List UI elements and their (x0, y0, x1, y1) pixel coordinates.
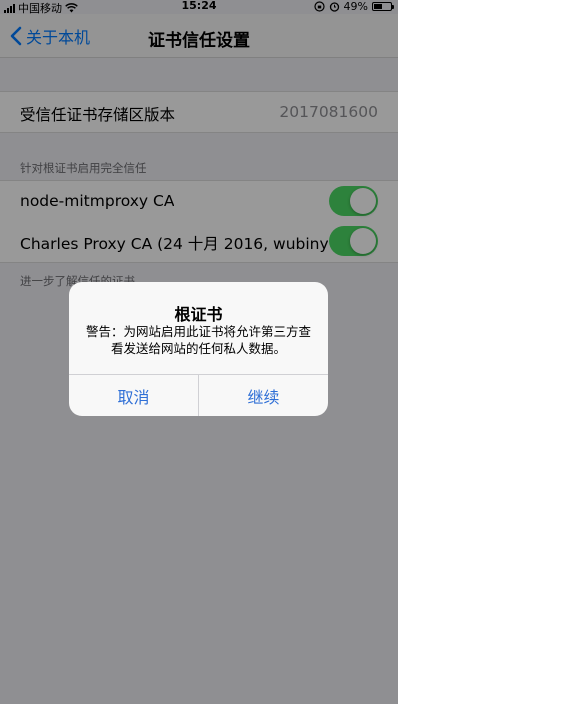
alert-title: 根证书 (174, 305, 223, 324)
alert-actions: 取消 继续 (69, 374, 328, 416)
continue-button[interactable]: 继续 (198, 375, 328, 416)
alert-message: 警告：为网站启用此证书将允许第三方查看发送给网站的任何私人数据。 (85, 324, 311, 356)
phone-screen: 中国移动 15:24 49% 关于本机 证书信任设置 受信任证书存储区版本 20… (0, 0, 398, 704)
root-certificate-alert: 根证书 警告：为网站启用此证书将允许第三方查看发送给网站的任何私人数据。 取消 … (69, 282, 328, 416)
cancel-button[interactable]: 取消 (69, 375, 198, 416)
